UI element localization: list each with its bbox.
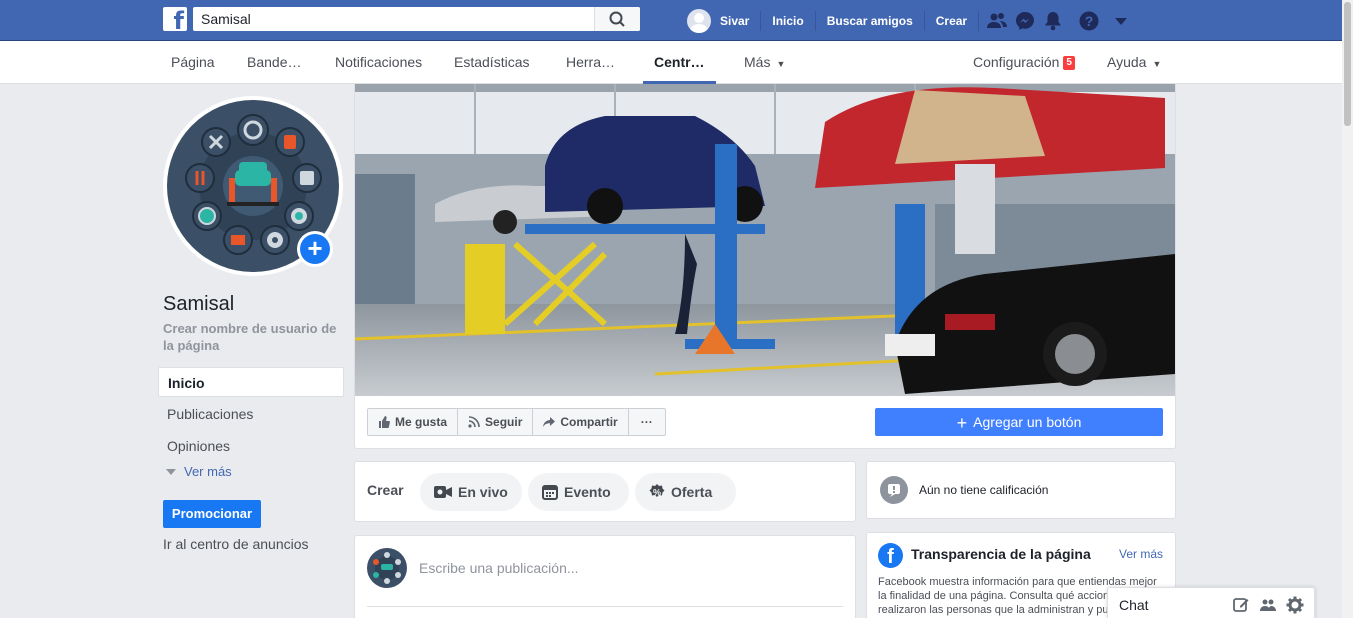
top-right-nav: Sivar Inicio Buscar amigos Crear ? [687, 0, 1135, 41]
settings-badge: 5 [1063, 56, 1075, 70]
ellipsis-icon: ··· [640, 415, 653, 429]
event-button[interactable]: Evento [528, 473, 629, 511]
offer-icon: % [649, 484, 665, 498]
compose-icon[interactable] [1232, 596, 1250, 614]
caret-down-icon: ▼ [776, 59, 786, 69]
group-icon[interactable] [1259, 596, 1277, 614]
triangle-down-icon [166, 469, 176, 475]
follow-label: Seguir [485, 415, 523, 429]
facebook-circle-icon: f [878, 543, 903, 568]
sidebar-item-home[interactable]: Inicio [158, 367, 344, 397]
rss-icon [468, 416, 480, 428]
tab-insights[interactable]: Estadísticas [454, 41, 529, 84]
tab-inbox[interactable]: Bande… [247, 41, 301, 84]
home-link[interactable]: Inicio [761, 10, 816, 31]
tab-more[interactable]: Más ▼ [744, 41, 785, 84]
add-button-cta[interactable]: + Agregar un botón [875, 408, 1163, 436]
offer-label: Oferta [671, 484, 713, 500]
live-icon [434, 486, 452, 498]
see-more-label: Ver más [184, 464, 232, 479]
transparency-title: Transparencia de la página [911, 546, 1091, 562]
share-icon [543, 417, 556, 427]
create-label: Crear [367, 482, 404, 498]
create-username-link[interactable]: Crear nombre de usuario de la página [163, 320, 343, 354]
avatar [367, 548, 407, 588]
calendar-icon [542, 485, 558, 500]
top-bar: f Samisal Sivar Inicio Buscar amigos Cre… [0, 0, 1353, 41]
profile-link[interactable]: Sivar [718, 10, 762, 31]
sidebar-item-posts[interactable]: Publicaciones [158, 399, 344, 429]
gear-icon[interactable] [1286, 596, 1304, 614]
ads-center-link[interactable]: Ir al centro de anuncios [163, 536, 309, 552]
scrollbar[interactable] [1342, 0, 1353, 618]
tab-more-label: Más [744, 54, 771, 70]
svg-text:?: ? [1085, 13, 1094, 29]
follow-button[interactable]: Seguir [458, 409, 534, 435]
rating-text: Aún no tiene calificación [919, 483, 1049, 497]
composer-input[interactable]: Escribe una publicación... [419, 560, 579, 576]
tab-help-label: Ayuda [1107, 54, 1147, 70]
add-button-label: Agregar un botón [973, 414, 1082, 430]
page-title: Samisal [163, 293, 235, 315]
messenger-icon[interactable] [1011, 0, 1039, 41]
search-icon [609, 11, 625, 27]
help-icon[interactable]: ? [1075, 0, 1103, 41]
tab-settings-label: Configuración [973, 54, 1060, 70]
like-label: Me gusta [395, 415, 448, 429]
live-label: En vivo [458, 484, 508, 500]
plus-icon: + [956, 413, 968, 433]
tab-settings[interactable]: Configuración 5 [973, 41, 1075, 84]
tab-tools[interactable]: Herra… [566, 41, 615, 84]
cover-photo[interactable] [355, 84, 1175, 396]
event-label: Evento [564, 484, 611, 500]
find-friends-link[interactable]: Buscar amigos [816, 10, 925, 31]
see-more-link[interactable]: Ver más [166, 464, 232, 479]
friends-icon[interactable] [983, 0, 1011, 41]
tab-center[interactable]: Centr… [643, 41, 716, 84]
more-options-button[interactable]: ··· [629, 409, 665, 435]
search-value: Samisal [201, 11, 251, 27]
search-input[interactable]: Samisal [193, 7, 640, 31]
like-button[interactable]: Me gusta [368, 409, 459, 435]
rating-icon [880, 476, 908, 504]
chat-bar[interactable]: Chat [1107, 587, 1315, 618]
avatar[interactable] [687, 8, 711, 33]
facebook-logo[interactable]: f [163, 7, 187, 31]
caret-down-icon: ▼ [1152, 59, 1162, 69]
chat-label: Chat [1119, 597, 1149, 613]
tab-page[interactable]: Página [171, 41, 215, 84]
bell-icon[interactable] [1039, 0, 1067, 41]
create-link[interactable]: Crear [925, 10, 980, 31]
transparency-see-more-link[interactable]: Ver más [1119, 547, 1163, 561]
live-button[interactable]: En vivo [420, 473, 522, 511]
svg-text:%: % [653, 488, 661, 498]
search-button[interactable] [594, 7, 640, 31]
divider [367, 606, 843, 607]
dropdown-icon[interactable] [1107, 0, 1135, 41]
sidebar-item-reviews[interactable]: Opiniones [158, 431, 344, 461]
tab-help[interactable]: Ayuda ▼ [1107, 41, 1161, 84]
plus-icon: + [300, 234, 330, 264]
like-icon [379, 416, 390, 428]
offer-button[interactable]: % Oferta [635, 473, 736, 511]
promote-button[interactable]: Promocionar [163, 500, 261, 528]
tab-notifications[interactable]: Notificaciones [335, 41, 422, 84]
share-button[interactable]: Compartir [533, 409, 629, 435]
scrollbar-thumb[interactable] [1344, 2, 1351, 126]
share-label: Compartir [560, 415, 618, 429]
page-actions: Me gusta Seguir Compartir ··· [367, 408, 666, 436]
page-nav: Página Bande… Notificaciones Estadística… [0, 41, 1342, 84]
add-photo-button[interactable]: + [297, 231, 333, 267]
